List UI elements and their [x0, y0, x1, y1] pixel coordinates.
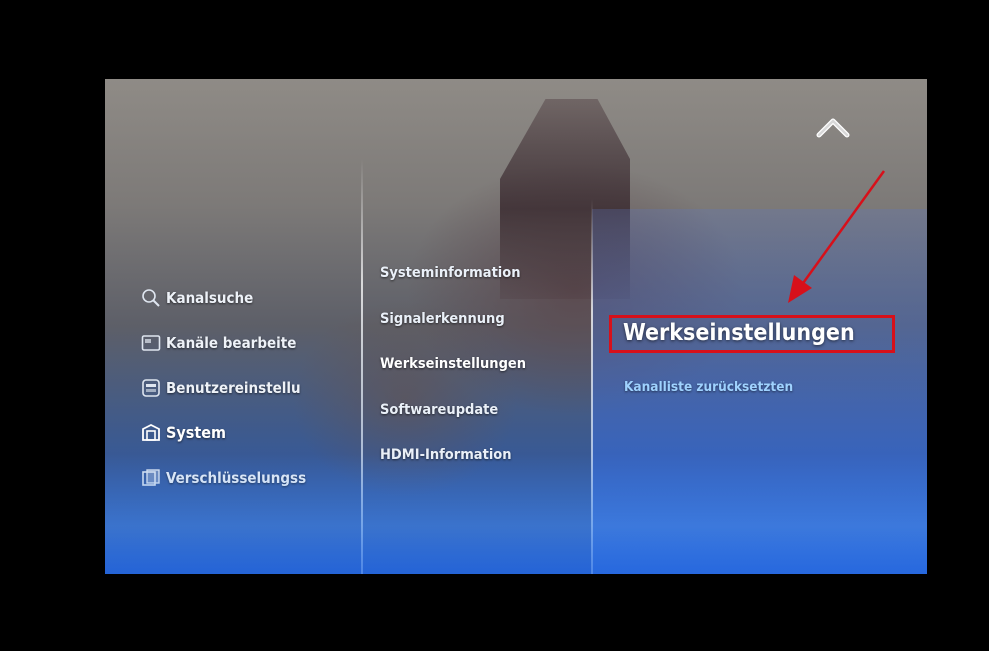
menu-item-verschluesselung[interactable]: Verschlüsselungss — [141, 455, 306, 500]
menu-item-kanalsuche[interactable]: Kanalsuche — [141, 275, 306, 320]
encryption-icon — [141, 468, 161, 488]
user-settings-icon — [141, 378, 161, 398]
submenu-item-werkseinstellungen[interactable]: Werkseinstellungen — [380, 356, 526, 402]
option-kanalliste-zuruecksetzen[interactable]: Kanalliste zurücksetzten — [624, 379, 793, 395]
system-icon — [141, 423, 161, 443]
menu-item-system[interactable]: System — [141, 410, 306, 455]
scroll-up-icon[interactable] — [815, 115, 851, 141]
menu-item-label: System — [166, 423, 226, 442]
tv-screen-photo: Kanalsuche Kanäle bearbeite Benutzereins… — [7, 7, 982, 644]
search-icon — [141, 288, 161, 308]
submenu-item-softwareupdate[interactable]: Softwareupdate — [380, 402, 526, 448]
column-divider — [361, 159, 363, 574]
system-submenu: Systeminformation Signalerkennung Werkse… — [380, 265, 526, 493]
tv-menu-screen: Kanalsuche Kanäle bearbeite Benutzereins… — [105, 79, 927, 574]
panel-title-werkseinstellungen: Werkseinstellungen — [609, 315, 895, 353]
submenu-item-signalerkennung[interactable]: Signalerkennung — [380, 311, 526, 357]
menu-item-label: Kanäle bearbeite — [166, 333, 297, 352]
submenu-item-systeminformation[interactable]: Systeminformation — [380, 265, 526, 311]
submenu-item-hdmi-information[interactable]: HDMI-Information — [380, 447, 526, 493]
menu-item-label: Verschlüsselungss — [166, 468, 307, 487]
channel-edit-icon — [141, 333, 161, 353]
menu-item-kanaele-bearbeiten[interactable]: Kanäle bearbeite — [141, 320, 306, 365]
menu-item-label: Kanalsuche — [166, 288, 254, 307]
main-menu: Kanalsuche Kanäle bearbeite Benutzereins… — [141, 275, 306, 500]
menu-item-label: Benutzereinstellu — [166, 378, 301, 397]
column-divider — [591, 199, 593, 574]
menu-item-benutzereinstellungen[interactable]: Benutzereinstellu — [141, 365, 306, 410]
